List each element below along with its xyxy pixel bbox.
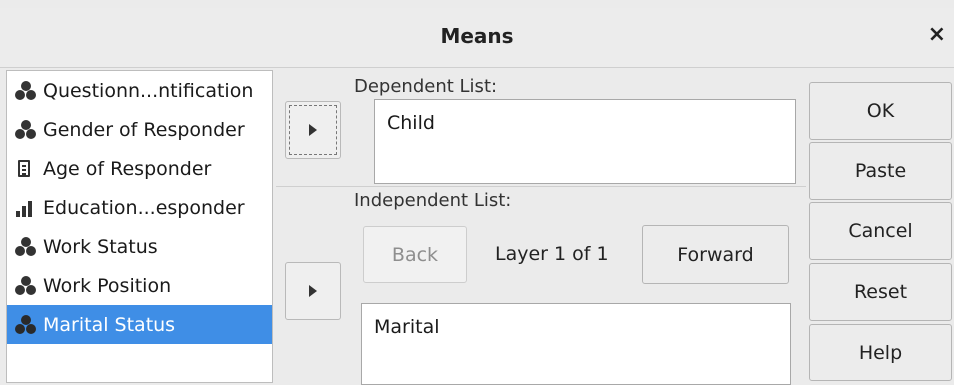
variable-label: Work Position xyxy=(43,274,172,297)
variable-label: Age of Responder xyxy=(43,157,212,180)
variable-label: Questionn...ntification xyxy=(43,79,254,102)
variable-item-work-position[interactable]: Work Position xyxy=(7,266,272,305)
independent-list-label: Independent List: xyxy=(354,190,512,211)
variable-label: Marital Status xyxy=(43,313,176,336)
arrow-right-icon xyxy=(309,285,317,297)
scale-icon xyxy=(13,158,39,180)
arrow-right-icon xyxy=(309,124,317,136)
variable-label: Work Status xyxy=(43,235,158,258)
nominal-icon xyxy=(13,275,39,297)
variable-label: Education...esponder xyxy=(43,196,245,219)
dialog-title: Means xyxy=(440,24,514,48)
nominal-icon xyxy=(13,236,39,258)
cancel-button[interactable]: Cancel xyxy=(809,202,952,260)
independent-list[interactable]: Marital xyxy=(361,303,791,385)
back-layer-button[interactable]: Back xyxy=(363,226,467,283)
variable-item-gender[interactable]: Gender of Responder xyxy=(7,110,272,149)
variable-label: Gender of Responder xyxy=(43,118,245,141)
variable-item-questionnaire-id[interactable]: Questionn...ntification xyxy=(7,71,272,110)
move-to-dependent-button[interactable] xyxy=(285,101,341,159)
paste-button[interactable]: Paste xyxy=(809,142,952,200)
dependent-list[interactable]: Child xyxy=(374,99,796,184)
forward-layer-button[interactable]: Forward xyxy=(642,225,789,284)
variable-item-marital-status[interactable]: Marital Status xyxy=(7,305,272,344)
dialog-titlebar: Means × xyxy=(0,8,954,68)
independent-list-item[interactable]: Marital xyxy=(374,316,790,338)
close-icon[interactable]: × xyxy=(928,22,946,48)
nominal-icon xyxy=(13,80,39,102)
variable-item-age[interactable]: Age of Responder xyxy=(7,149,272,188)
move-to-independent-button[interactable] xyxy=(285,262,341,320)
dependent-list-label: Dependent List: xyxy=(354,76,498,97)
section-divider xyxy=(276,186,806,187)
variable-item-education[interactable]: Education...esponder xyxy=(7,188,272,227)
reset-button[interactable]: Reset xyxy=(809,263,952,321)
variable-item-work-status[interactable]: Work Status xyxy=(7,227,272,266)
nominal-icon xyxy=(13,119,39,141)
variable-list[interactable]: Questionn...ntification Gender of Respon… xyxy=(6,70,273,383)
layer-indicator: Layer 1 of 1 xyxy=(495,243,609,265)
nominal-icon xyxy=(13,314,39,336)
dependent-list-item[interactable]: Child xyxy=(387,112,795,134)
help-button[interactable]: Help xyxy=(809,324,952,381)
ok-button[interactable]: OK xyxy=(809,82,952,140)
ordinal-icon xyxy=(13,197,39,219)
